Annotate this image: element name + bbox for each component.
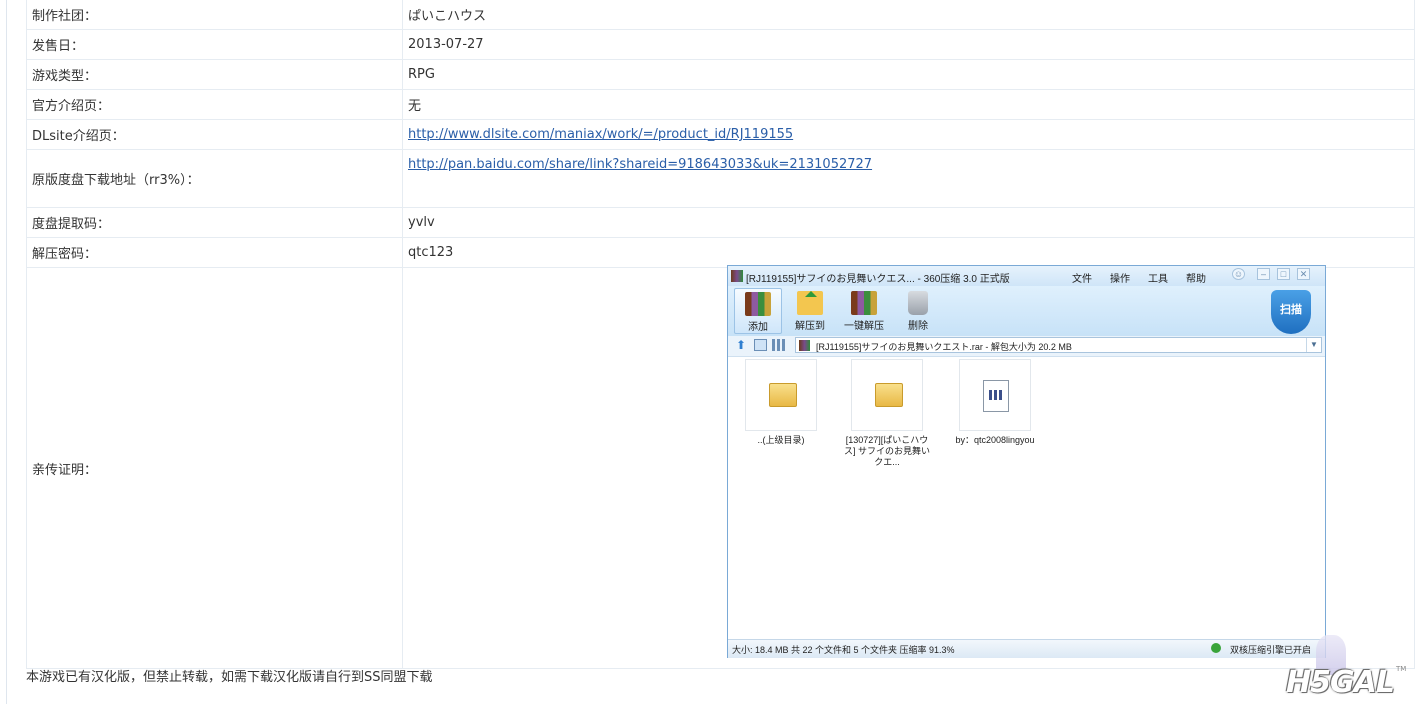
zip-window-screenshot: [RJ119155]サフイのお見舞いクエス... - 360压缩 3.0 正式版… [727,265,1326,658]
table-row: 度盘提取码： yvlv [26,207,1415,238]
view-grid-icon[interactable] [772,339,785,351]
row-label-official-page: 官方介绍页： [26,89,403,120]
up-arrow-icon[interactable]: ⬆ [736,339,749,351]
row-label-extract-code: 度盘提取码： [26,207,403,238]
minimize-icon[interactable]: – [1257,268,1270,280]
one-click-extract-icon [851,291,877,315]
status-summary: 大小: 18.4 MB 共 22 个文件和 5 个文件夹 压缩率 91.3% [732,645,955,655]
folder-icon [769,383,797,407]
table-row: 原版度盘下载地址（rr3%）： http://pan.baidu.com/sha… [26,149,1415,208]
file-item-label: ..(上级目录) [757,435,805,445]
menu-file[interactable]: 文件 [1072,270,1092,285]
row-label-game-type: 游戏类型： [26,59,403,90]
row-value-official-page: 无 [402,89,1415,120]
row-label-circle: 制作社团： [26,0,403,30]
menu-help[interactable]: 帮助 [1186,270,1206,285]
chevron-down-icon[interactable]: ▼ [1306,338,1321,352]
row-label-password: 解压密码： [26,237,403,268]
one-click-extract-label: 一键解压 [844,321,884,332]
table-row: 游戏类型： RPG [26,59,1415,90]
menu-operate[interactable]: 操作 [1110,270,1130,285]
file-item-label: [130727][ぱいこハウス] サフイのお見舞いクエ... [843,435,930,467]
folder-icon [875,383,903,407]
table-row: 制作社团： ぱいこハウス [26,0,1415,30]
table-row: 发售日： 2013-07-27 [26,29,1415,60]
archive-icon [799,340,810,351]
row-label-dlsite-page: DLsite介绍页： [26,119,403,150]
status-bar: 大小: 18.4 MB 共 22 个文件和 5 个文件夹 压缩率 91.3% 双… [728,639,1325,658]
engine-status-icon [1211,643,1221,653]
delete-label: 删除 [908,321,928,332]
row-label-release-date: 发售日： [26,29,403,60]
trash-icon [908,291,928,315]
extract-to-button[interactable]: 解压到 [786,288,834,334]
extract-icon [797,291,823,315]
add-button[interactable]: 添加 [734,288,782,334]
trademark-mark: TM [1396,665,1407,673]
translation-note: 本游戏已有汉化版，但禁止转载，如需下载汉化版请自行到SS同盟下载 [26,670,433,685]
path-combobox[interactable]: [RJ119155]サフイのお見舞いクエスト.rar - 解包大小为 20.2 … [795,337,1322,353]
left-border [6,0,7,704]
file-item-parent[interactable]: ..(上级目录) [736,359,826,446]
address-bar: ⬆ [RJ119155]サフイのお見舞いクエスト.rar - 解包大小为 20.… [728,336,1325,357]
table-row: 解压密码： qtc123 [26,237,1415,268]
menu-tools[interactable]: 工具 [1148,270,1168,285]
table-row: 官方介绍页： 无 [26,89,1415,120]
skin-icon[interactable]: ☺ [1232,268,1245,280]
row-value-circle: ぱいこハウス [402,0,1415,30]
file-item-label: by：qtc2008lingyou [955,435,1035,445]
table-row: DLsite介绍页： http://www.dlsite.com/maniax/… [26,119,1415,150]
watermark-text: H5GAL [1286,665,1395,700]
extract-label: 解压到 [795,321,825,332]
close-icon[interactable]: ✕ [1297,268,1310,280]
baidu-download-link[interactable]: http://pan.baidu.com/share/link?shareid=… [408,157,872,172]
toolbar: 添加 解压到 一键解压 删除 [728,286,1325,336]
view-list-icon[interactable] [754,339,767,351]
row-value-release-date: 2013-07-27 [402,29,1415,60]
row-value-game-type: RPG [402,59,1415,90]
delete-button[interactable]: 删除 [894,288,942,334]
row-value-extract-code: yvlv [402,207,1415,238]
title-bar: [RJ119155]サフイのお見舞いクエス... - 360压缩 3.0 正式版… [728,266,1325,286]
window-title: [RJ119155]サフイのお見舞いクエス... - 360压缩 3.0 正式版 [746,274,1010,285]
archive-icon [731,270,743,282]
path-text: [RJ119155]サフイのお見舞いクエスト.rar - 解包大小为 20.2 … [816,342,1072,352]
add-label: 添加 [748,322,768,333]
scan-shield-button[interactable]: 扫描 [1271,290,1311,334]
add-icon [745,292,771,316]
dlsite-link[interactable]: http://www.dlsite.com/maniax/work/=/prod… [408,127,793,142]
file-item-folder[interactable]: [130727][ぱいこハウス] サフイのお見舞いクエ... [842,359,932,468]
one-click-extract-button[interactable]: 一键解压 [840,288,888,334]
row-label-proof: 亲传证明： [26,267,403,669]
h5gal-watermark-logo: H5GAL TM [1286,635,1406,701]
maximize-icon[interactable]: □ [1277,268,1290,280]
row-label-download: 原版度盘下载地址（rr3%）： [26,149,403,208]
row-value-password: qtc123 [402,237,1415,268]
document-icon [983,380,1009,412]
file-item-document[interactable]: by：qtc2008lingyou [950,359,1040,446]
